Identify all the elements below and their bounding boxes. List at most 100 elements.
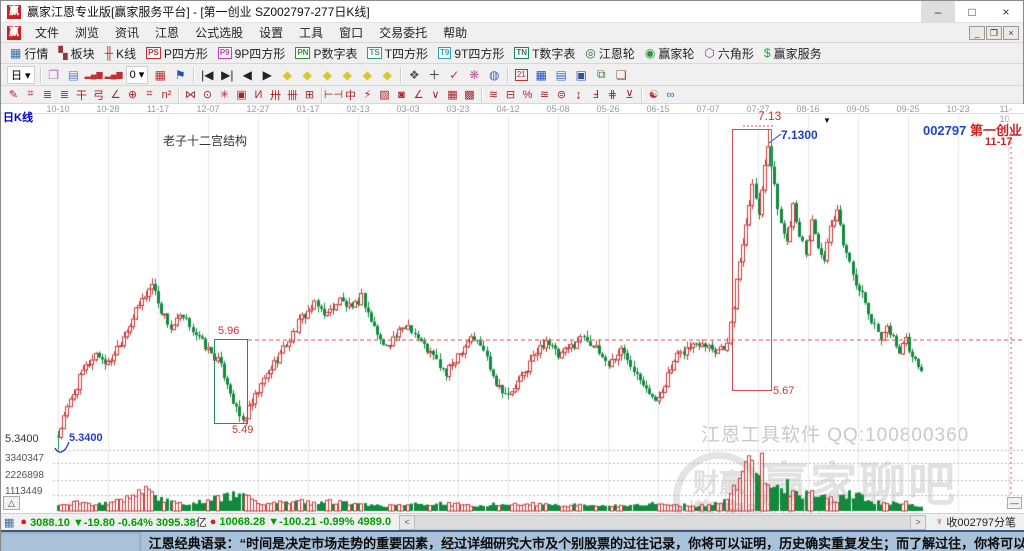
draw-time-grid-icon[interactable]: ⌗	[22, 87, 39, 103]
draw-gold-grid2-icon[interactable]: ≣	[56, 87, 73, 103]
scroll-track[interactable]	[415, 515, 910, 530]
menu-工具[interactable]: 工具	[291, 22, 331, 43]
toolbar-hexagon-button[interactable]: ⬡六角形	[699, 44, 759, 63]
menu-公式选股[interactable]: 公式选股	[187, 22, 251, 43]
draw-target-icon[interactable]: ⊙	[199, 87, 216, 103]
draw-spiral-icon[interactable]: 弓	[90, 87, 107, 103]
mdi-restore-button[interactable]: ❐	[986, 26, 1002, 40]
toolbar-winner-service-button[interactable]: $赢家服务	[759, 44, 827, 63]
draw-solid-icon[interactable]: ◙	[393, 87, 410, 103]
toolbar-9p-square-button[interactable]: P99P四方形	[213, 44, 290, 63]
taiji-icon[interactable]: ☯	[645, 87, 662, 103]
quote-grid-icon[interactable]: ▦	[4, 516, 14, 529]
draw-channel-icon[interactable]: ⋕	[604, 87, 621, 103]
last-bar-icon[interactable]: ▶|	[217, 66, 237, 84]
gann-diamond-right-icon[interactable]: ◆	[297, 66, 317, 84]
infinity-icon[interactable]: ∞	[662, 87, 679, 103]
info-panel-icon[interactable]: ▤	[64, 66, 84, 84]
zoom-level-selector[interactable]: 0 ▾	[126, 66, 149, 84]
draw-pencil-icon[interactable]: ✎	[5, 87, 22, 103]
menu-帮助[interactable]: 帮助	[435, 22, 475, 43]
draw-angle-ruler-icon[interactable]: ∠	[107, 87, 124, 103]
menu-交易委托[interactable]: 交易委托	[371, 22, 435, 43]
prev-bar-icon[interactable]: ◀	[237, 66, 257, 84]
period-day-selector[interactable]: 日 ▾	[7, 66, 35, 84]
draw-price-level-icon[interactable]: 干	[73, 87, 90, 103]
gann-diamond-all-icon[interactable]: ◆	[377, 66, 397, 84]
status-scrollbar[interactable]: < >	[399, 515, 926, 530]
info-ball-icon[interactable]: ◍	[484, 66, 504, 84]
mdi-close-button[interactable]: ×	[1003, 26, 1019, 40]
draw-angle2-icon[interactable]: ∠	[410, 87, 427, 103]
draw-gold-price-icon[interactable]: ≊	[536, 87, 553, 103]
draw-v-icon[interactable]: ∨	[427, 87, 444, 103]
menu-浏览[interactable]: 浏览	[67, 22, 107, 43]
menu-窗口[interactable]: 窗口	[331, 22, 371, 43]
draw-box-icon[interactable]: ▣	[233, 87, 250, 103]
draw-n2-icon[interactable]: n²	[158, 87, 175, 103]
draw-fibo-icon[interactable]: Ⅎ	[587, 87, 604, 103]
capture-icon[interactable]: ❏	[611, 66, 631, 84]
crosshair-icon[interactable]: ＋	[424, 66, 444, 84]
menu-江恩[interactable]: 江恩	[147, 22, 187, 43]
toolbar-gann-wheel-button[interactable]: ◎江恩轮	[580, 44, 640, 63]
calendar-icon[interactable]: 21	[511, 66, 531, 84]
toolbar-quotes-button[interactable]: ▦行情	[5, 44, 53, 63]
draw-lines-icon[interactable]: ≋	[485, 87, 502, 103]
draw-ratio-icon[interactable]: ⊟	[502, 87, 519, 103]
toolbar-sectors-button[interactable]: ▚板块	[53, 44, 99, 63]
draw-percent-icon[interactable]: %	[519, 87, 536, 103]
draw-grid4-icon[interactable]: ▩	[461, 87, 478, 103]
menu-资讯[interactable]: 资讯	[107, 22, 147, 43]
trend-bars-icon[interactable]: ▂▄▆	[84, 66, 104, 84]
list-icon[interactable]: ▤	[551, 66, 571, 84]
hand-tool-icon[interactable]: ❖	[404, 66, 424, 84]
draw-updown-icon[interactable]: ↨	[570, 87, 587, 103]
mdi-minimize-button[interactable]: _	[969, 26, 985, 40]
scroll-left-arrow[interactable]: <	[399, 515, 415, 530]
trend-bars-alt-icon[interactable]: ▂▄▆	[104, 66, 124, 84]
draw-gold-circle-icon[interactable]: ⊜	[553, 87, 570, 103]
toolbar-p-square-button[interactable]: PSP四方形	[141, 44, 213, 63]
first-bar-icon[interactable]: |◀	[197, 66, 217, 84]
panel-toggle-button[interactable]: △	[3, 496, 20, 510]
toolbar-p-number-button[interactable]: PNP数字表	[290, 44, 362, 63]
scroll-right-arrow[interactable]: >	[910, 515, 926, 530]
draw-wave-icon[interactable]: И	[250, 87, 267, 103]
draw-grid-wide-icon[interactable]: ⊞	[301, 87, 318, 103]
toolbar-9t-square-button[interactable]: T99T四方形	[433, 44, 509, 63]
draw-time-div-icon[interactable]: ⌗	[141, 87, 158, 103]
maximize-button[interactable]: □	[955, 1, 989, 23]
toolbar-t-square-button[interactable]: TST四方形	[362, 44, 433, 63]
menu-文件[interactable]: 文件	[27, 22, 67, 43]
grid-edit-icon[interactable]: ▦	[150, 66, 170, 84]
link-pc-icon[interactable]: ⧉	[591, 66, 611, 84]
draw-center-icon[interactable]: 中	[342, 87, 359, 103]
next-bar-icon[interactable]: ▶	[257, 66, 277, 84]
web-tool-icon[interactable]: ❋	[464, 66, 484, 84]
draw-mirror-icon[interactable]: ⋈	[182, 87, 199, 103]
save-icon[interactable]: ▣	[571, 66, 591, 84]
draw-fence-icon[interactable]: 卅	[267, 87, 284, 103]
draw-span-icon[interactable]: ⊢⊣	[325, 87, 342, 103]
draw-circle-cross-icon[interactable]: ⊕	[124, 87, 141, 103]
close-button[interactable]: ×	[989, 1, 1023, 23]
toolbar-winner-wheel-button[interactable]: ◉赢家轮	[640, 44, 700, 63]
draw-fence2-icon[interactable]: 卌	[284, 87, 301, 103]
flag-icon[interactable]: ⚑	[170, 66, 190, 84]
toolbar-kline-button[interactable]: ╫K线	[100, 44, 142, 63]
gann-diamond-h-icon[interactable]: ◆	[357, 66, 377, 84]
panel-minimize-button[interactable]: —	[1007, 497, 1022, 509]
minimize-button[interactable]: –	[921, 1, 955, 23]
gann-diamond-up-icon[interactable]: ◆	[317, 66, 337, 84]
table-icon[interactable]: ▦	[531, 66, 551, 84]
gann-diamond-left-icon[interactable]: ◆	[277, 66, 297, 84]
draw-hatch-icon[interactable]: ▨	[376, 87, 393, 103]
draw-grid3-icon[interactable]: ▦	[444, 87, 461, 103]
menu-设置[interactable]: 设置	[251, 22, 291, 43]
toolbar-t-number-button[interactable]: TNT数字表	[509, 44, 580, 63]
gann-diamond-down-icon[interactable]: ◆	[337, 66, 357, 84]
draw-fan-icon[interactable]: ⚡	[359, 87, 376, 103]
window-switch-icon[interactable]: ❐	[44, 66, 64, 84]
draw-star-icon[interactable]: ✳	[216, 87, 233, 103]
